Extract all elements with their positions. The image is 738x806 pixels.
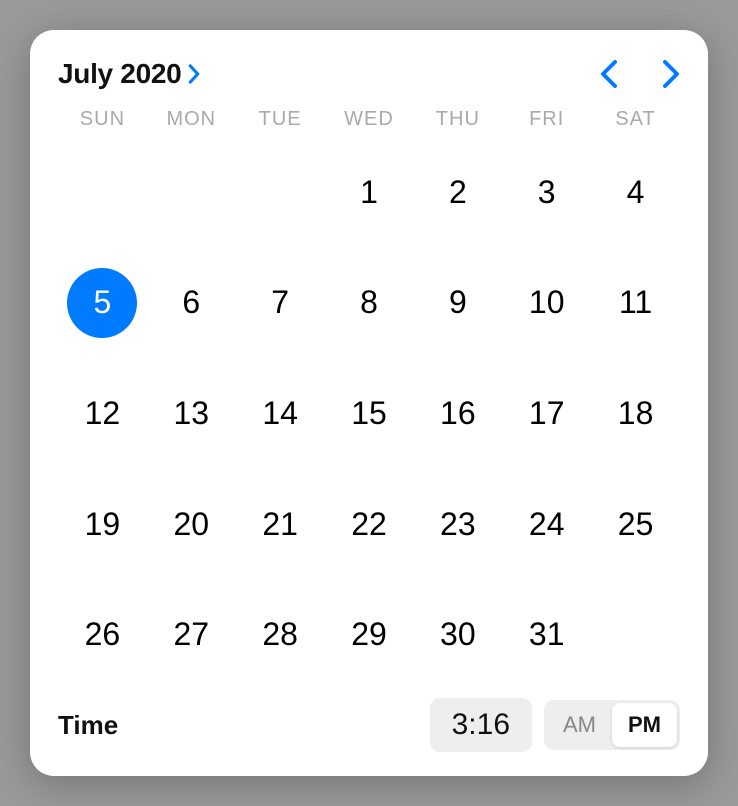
date-22[interactable]: 22 [334,489,404,559]
ampm-segment: AM PM [544,700,680,750]
date-5[interactable]: 5 [67,268,137,338]
prev-month-button[interactable] [600,59,618,89]
empty-cell [67,157,137,227]
date-time-picker: July 2020 SUNMONTUEWEDTHUFRISAT 12345678… [30,30,708,776]
date-30[interactable]: 30 [423,600,493,670]
chevron-right-icon [187,64,201,84]
time-value-button[interactable]: 3:16 [430,698,532,752]
date-6[interactable]: 6 [156,268,226,338]
date-3[interactable]: 3 [512,157,582,227]
weekday-fri: FRI [502,108,591,131]
date-7[interactable]: 7 [245,268,315,338]
date-12[interactable]: 12 [67,378,137,448]
date-10[interactable]: 10 [512,268,582,338]
am-option[interactable]: AM [547,703,612,747]
date-27[interactable]: 27 [156,600,226,670]
weekday-tue: TUE [236,108,325,131]
weekday-thu: THU [413,108,502,131]
weekday-mon: MON [147,108,236,131]
weekday-sat: SAT [591,108,680,131]
weekday-wed: WED [325,108,414,131]
date-9[interactable]: 9 [423,268,493,338]
date-8[interactable]: 8 [334,268,404,338]
weekday-row: SUNMONTUEWEDTHUFRISAT [58,108,680,131]
date-14[interactable]: 14 [245,378,315,448]
empty-cell [156,157,226,227]
time-row: Time 3:16 AM PM [58,698,680,752]
month-year-button[interactable]: July 2020 [58,58,201,90]
date-23[interactable]: 23 [423,489,493,559]
date-15[interactable]: 15 [334,378,404,448]
date-11[interactable]: 11 [601,268,671,338]
date-17[interactable]: 17 [512,378,582,448]
date-2[interactable]: 2 [423,157,493,227]
date-1[interactable]: 1 [334,157,404,227]
calendar-header: July 2020 [58,58,680,90]
dates-grid: 1234567891011121314151617181920212223242… [58,137,680,690]
date-18[interactable]: 18 [601,378,671,448]
date-20[interactable]: 20 [156,489,226,559]
date-19[interactable]: 19 [67,489,137,559]
empty-cell [245,157,315,227]
weekday-sun: SUN [58,108,147,131]
date-31[interactable]: 31 [512,600,582,670]
date-28[interactable]: 28 [245,600,315,670]
pm-option[interactable]: PM [612,703,677,747]
date-4[interactable]: 4 [601,157,671,227]
date-24[interactable]: 24 [512,489,582,559]
next-month-button[interactable] [662,59,680,89]
time-controls: 3:16 AM PM [430,698,680,752]
date-25[interactable]: 25 [601,489,671,559]
date-16[interactable]: 16 [423,378,493,448]
month-year-label: July 2020 [58,58,181,90]
date-29[interactable]: 29 [334,600,404,670]
date-13[interactable]: 13 [156,378,226,448]
date-26[interactable]: 26 [67,600,137,670]
date-21[interactable]: 21 [245,489,315,559]
time-label: Time [58,710,118,741]
month-nav [600,59,680,89]
